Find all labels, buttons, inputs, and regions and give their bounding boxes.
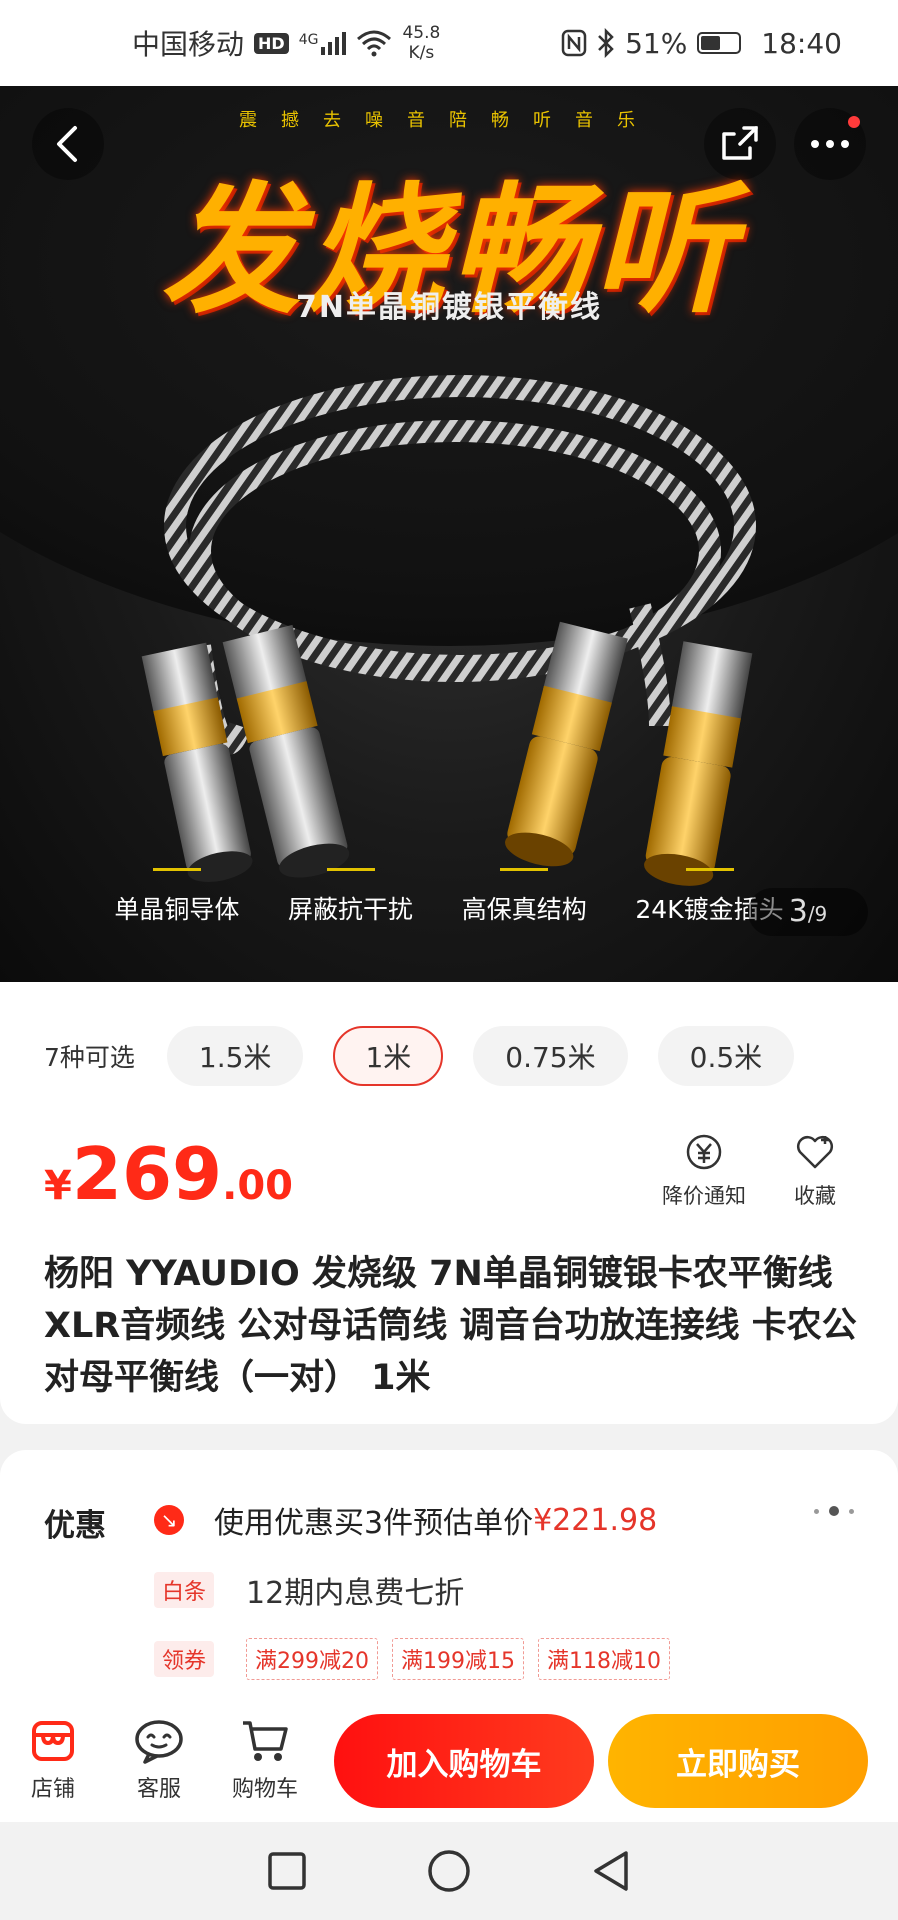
bottom-action-bar: 店铺 客服 购物车 加入购物车 立即购买 <box>0 1696 898 1822</box>
variant-selector: 7种可选 1.5米 1米 0.75米 0.5米 <box>44 1026 824 1086</box>
variant-option[interactable]: 0.75米 <box>473 1026 628 1086</box>
add-to-cart-button[interactable]: 加入购物车 <box>334 1714 594 1808</box>
image-counter: 3/9 <box>748 888 868 936</box>
cable-illustration <box>141 375 756 886</box>
variant-count-label: 7种可选 <box>44 1043 135 1072</box>
notification-dot <box>848 116 860 128</box>
coupon-row[interactable]: 领券 满299减20 满199减15 满118减10 <box>154 1638 684 1680</box>
speed-unit: K/s <box>408 43 435 63</box>
cart-label: 购物车 <box>231 1777 298 1802</box>
service-icon <box>135 1720 183 1764</box>
more-icon <box>811 140 849 148</box>
status-right: 51% 18:40 <box>561 27 842 60</box>
counter-total: /9 <box>807 902 828 926</box>
price-notify-icon <box>686 1134 722 1170</box>
coupon-item[interactable]: 满299减20 <box>246 1638 379 1680</box>
buy-now-button[interactable]: 立即购买 <box>608 1714 868 1808</box>
product-info-panel: 7种可选 1.5米 1米 0.75米 0.5米 ¥269.00 降价通知 收藏 … <box>0 982 898 1424</box>
feature-item: 单晶铜导体 <box>114 868 239 926</box>
cart-button[interactable]: 购物车 <box>212 1715 318 1803</box>
promo-label: 优惠 <box>44 1508 106 1544</box>
system-nav-bar <box>0 1822 898 1920</box>
coupon-item[interactable]: 满118减10 <box>538 1638 671 1680</box>
store-button[interactable]: 店铺 <box>0 1715 106 1803</box>
counter-current: 3 <box>788 894 808 929</box>
baitiao-row[interactable]: 白条 12期内息费七折 <box>154 1568 464 1612</box>
feature-item: 高保真结构 <box>462 868 587 926</box>
price-currency: ¥ <box>44 1163 72 1209</box>
coupon-item[interactable]: 满199减15 <box>392 1638 525 1680</box>
back-icon <box>57 126 77 162</box>
nav-square-icon[interactable] <box>267 1851 307 1891</box>
battery-percent: 51% <box>625 26 688 60</box>
variant-option[interactable]: 1.5米 <box>166 1026 304 1086</box>
clock: 18:40 <box>761 26 842 60</box>
product-title: 杨阳 YYAUDIO 发烧级 7N单晶铜镀银卡农平衡线 XLR音频线 公对母话筒… <box>44 1254 857 1398</box>
cart-icon <box>243 1721 288 1761</box>
variant-option[interactable]: 0.5米 <box>657 1026 795 1086</box>
baitiao-tag: 白条 <box>154 1572 215 1608</box>
promo-estimate-text: 使用优惠买3件预估单价 <box>214 1506 534 1541</box>
discount-arrow-icon: ↘ <box>154 1505 184 1535</box>
favorite-label: 收藏 <box>794 1184 836 1208</box>
service-label: 客服 <box>136 1777 181 1802</box>
price-decimal: .00 <box>222 1163 293 1209</box>
status-bar: 中国移动 HD 4G 45.8 K/s 51% 18:40 <box>0 0 898 86</box>
hd-badge: HD <box>254 32 289 54</box>
more-dots-icon[interactable] <box>814 1506 854 1516</box>
status-left: 中国移动 HD 4G 45.8 K/s <box>132 23 440 63</box>
share-icon <box>722 126 758 160</box>
network-speed: 45.8 K/s <box>402 23 440 63</box>
signal-icon: 4G <box>298 31 347 55</box>
promotion-section[interactable]: 优惠 ↘ 使用优惠买3件预估单价 ¥221.98 白条 12期内息费七折 领券 满… <box>0 1450 898 1720</box>
price-integer: 269 <box>71 1132 223 1216</box>
store-label: 店铺 <box>30 1777 75 1802</box>
baitiao-text: 12期内息费七折 <box>246 1576 465 1611</box>
promo-estimate-price: ¥221.98 <box>533 1502 658 1538</box>
service-button[interactable]: 客服 <box>106 1715 212 1803</box>
net-type: 4G <box>298 31 319 48</box>
speed-value: 45.8 <box>402 23 441 43</box>
price-actions: 降价通知 收藏 <box>662 1130 836 1210</box>
share-button[interactable] <box>704 108 776 180</box>
variant-option-selected[interactable]: 1米 <box>333 1026 444 1086</box>
product-image[interactable]: 震撼去噪音陪畅听音乐 发烧畅听 7N单晶铜镀银平衡线 单晶铜导体 屏蔽抗干扰 高… <box>0 86 898 982</box>
battery-icon <box>697 32 742 54</box>
heart-icon <box>797 1136 833 1169</box>
nav-back-icon[interactable] <box>591 1849 631 1893</box>
wifi-icon <box>357 30 392 57</box>
promo-estimate-row[interactable]: ↘ 使用优惠买3件预估单价 ¥221.98 <box>154 1498 657 1542</box>
bluetooth-icon <box>598 28 614 58</box>
back-button[interactable] <box>32 108 104 180</box>
favorite-button[interactable]: 收藏 <box>794 1130 836 1210</box>
battery-fill <box>701 36 720 50</box>
more-button[interactable] <box>794 108 866 180</box>
nfc-icon <box>561 29 587 57</box>
nav-circle-icon[interactable] <box>427 1849 471 1893</box>
price-notify-button[interactable]: 降价通知 <box>662 1130 746 1210</box>
price-notify-label: 降价通知 <box>662 1184 746 1208</box>
price: ¥269.00 <box>44 1132 293 1216</box>
carrier-name: 中国移动 <box>132 28 245 61</box>
feature-item: 屏蔽抗干扰 <box>288 868 413 926</box>
coupon-tag: 领券 <box>154 1641 215 1677</box>
store-icon <box>32 1721 74 1761</box>
